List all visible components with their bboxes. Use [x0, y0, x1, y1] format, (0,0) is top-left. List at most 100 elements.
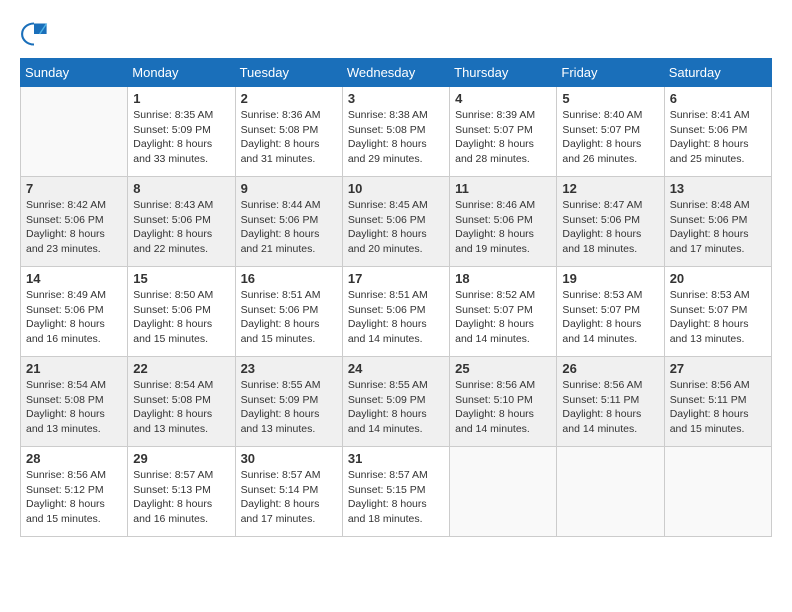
day-info: Sunrise: 8:47 AMSunset: 5:06 PMDaylight:… — [562, 198, 658, 257]
day-info: Sunrise: 8:53 AMSunset: 5:07 PMDaylight:… — [562, 288, 658, 347]
day-info: Sunrise: 8:51 AMSunset: 5:06 PMDaylight:… — [241, 288, 337, 347]
calendar-cell: 24Sunrise: 8:55 AMSunset: 5:09 PMDayligh… — [342, 357, 449, 447]
day-info: Sunrise: 8:52 AMSunset: 5:07 PMDaylight:… — [455, 288, 551, 347]
day-number: 4 — [455, 91, 551, 106]
calendar-cell: 23 Sunrise: 8:55 AMSunset: 5:09 PMDayligh… — [235, 357, 342, 447]
day-number: 25 — [455, 361, 551, 376]
day-number: 13 — [670, 181, 766, 196]
calendar-cell: 28 Sunrise: 8:56 AMSunset: 5:12 PMDayligh… — [21, 447, 128, 537]
day-info: Sunrise: 8:56 AMSunset: 5:11 PMDaylight:… — [670, 378, 766, 437]
day-info: Sunrise: 8:43 AMSunset: 5:06 PMDaylight:… — [133, 198, 229, 257]
calendar-cell: 19 Sunrise: 8:53 AMSunset: 5:07 PMDayligh… — [557, 267, 664, 357]
logo-icon — [20, 20, 48, 48]
day-number: 15 — [133, 271, 229, 286]
calendar-cell: 31 Sunrise: 8:57 AMSunset: 5:15 PMDayligh… — [342, 447, 449, 537]
calendar-cell: 4 Sunrise: 8:39 AMSunset: 5:07 PMDaylight… — [450, 87, 557, 177]
day-number: 30 — [241, 451, 337, 466]
day-info: Sunrise: 8:45 AMSunset: 5:06 PMDaylight:… — [348, 198, 444, 257]
day-number: 22 — [133, 361, 229, 376]
calendar-header-row: SundayMondayTuesdayWednesdayThursdayFrid… — [21, 59, 772, 87]
calendar-cell: 11 Sunrise: 8:46 AMSunset: 5:06 PMDayligh… — [450, 177, 557, 267]
calendar-cell — [664, 447, 771, 537]
calendar-cell: 14 Sunrise: 8:49 AMSunset: 5:06 PMDayligh… — [21, 267, 128, 357]
calendar-cell: 18Sunrise: 8:52 AMSunset: 5:07 PMDayligh… — [450, 267, 557, 357]
day-number: 19 — [562, 271, 658, 286]
calendar-cell — [21, 87, 128, 177]
day-number: 31 — [348, 451, 444, 466]
calendar-week-row: 7Sunrise: 8:42 AMSunset: 5:06 PMDaylight… — [21, 177, 772, 267]
column-header-tuesday: Tuesday — [235, 59, 342, 87]
day-number: 20 — [670, 271, 766, 286]
day-info: Sunrise: 8:35 AMSunset: 5:09 PMDaylight:… — [133, 108, 229, 167]
calendar-cell — [450, 447, 557, 537]
calendar-cell: 1 Sunrise: 8:35 AMSunset: 5:09 PMDaylight… — [128, 87, 235, 177]
calendar-cell — [557, 447, 664, 537]
day-info: Sunrise: 8:41 AMSunset: 5:06 PMDaylight:… — [670, 108, 766, 167]
calendar-table: SundayMondayTuesdayWednesdayThursdayFrid… — [20, 58, 772, 537]
column-header-monday: Monday — [128, 59, 235, 87]
day-number: 6 — [670, 91, 766, 106]
calendar-cell: 2 Sunrise: 8:36 AMSunset: 5:08 PMDaylight… — [235, 87, 342, 177]
day-info: Sunrise: 8:49 AMSunset: 5:06 PMDaylight:… — [26, 288, 122, 347]
calendar-cell: 26Sunrise: 8:56 AMSunset: 5:11 PMDayligh… — [557, 357, 664, 447]
logo — [20, 20, 52, 48]
day-number: 2 — [241, 91, 337, 106]
calendar-week-row: 14 Sunrise: 8:49 AMSunset: 5:06 PMDayligh… — [21, 267, 772, 357]
day-number: 29 — [133, 451, 229, 466]
calendar-week-row: 1 Sunrise: 8:35 AMSunset: 5:09 PMDaylight… — [21, 87, 772, 177]
day-info: Sunrise: 8:50 AMSunset: 5:06 PMDaylight:… — [133, 288, 229, 347]
day-number: 12 — [562, 181, 658, 196]
calendar-cell: 22Sunrise: 8:54 AMSunset: 5:08 PMDayligh… — [128, 357, 235, 447]
day-info: Sunrise: 8:46 AMSunset: 5:06 PMDaylight:… — [455, 198, 551, 257]
calendar-cell: 15 Sunrise: 8:50 AMSunset: 5:06 PMDayligh… — [128, 267, 235, 357]
day-number: 28 — [26, 451, 122, 466]
day-info: Sunrise: 8:56 AMSunset: 5:11 PMDaylight:… — [562, 378, 658, 437]
day-info: Sunrise: 8:48 AMSunset: 5:06 PMDaylight:… — [670, 198, 766, 257]
column-header-saturday: Saturday — [664, 59, 771, 87]
day-number: 21 — [26, 361, 122, 376]
calendar-cell: 10 Sunrise: 8:45 AMSunset: 5:06 PMDayligh… — [342, 177, 449, 267]
day-info: Sunrise: 8:53 AMSunset: 5:07 PMDaylight:… — [670, 288, 766, 347]
day-number: 5 — [562, 91, 658, 106]
day-number: 1 — [133, 91, 229, 106]
column-header-thursday: Thursday — [450, 59, 557, 87]
calendar-cell: 3Sunrise: 8:38 AMSunset: 5:08 PMDaylight… — [342, 87, 449, 177]
day-info: Sunrise: 8:57 AMSunset: 5:13 PMDaylight:… — [133, 468, 229, 527]
calendar-cell: 5 Sunrise: 8:40 AMSunset: 5:07 PMDaylight… — [557, 87, 664, 177]
calendar-cell: 30 Sunrise: 8:57 AMSunset: 5:14 PMDayligh… — [235, 447, 342, 537]
day-info: Sunrise: 8:51 AMSunset: 5:06 PMDaylight:… — [348, 288, 444, 347]
day-info: Sunrise: 8:38 AMSunset: 5:08 PMDaylight:… — [348, 108, 444, 167]
day-info: Sunrise: 8:57 AMSunset: 5:15 PMDaylight:… — [348, 468, 444, 527]
day-info: Sunrise: 8:36 AMSunset: 5:08 PMDaylight:… — [241, 108, 337, 167]
day-info: Sunrise: 8:39 AMSunset: 5:07 PMDaylight:… — [455, 108, 551, 167]
calendar-cell: 16Sunrise: 8:51 AMSunset: 5:06 PMDayligh… — [235, 267, 342, 357]
calendar-cell: 8 Sunrise: 8:43 AMSunset: 5:06 PMDaylight… — [128, 177, 235, 267]
day-number: 10 — [348, 181, 444, 196]
column-header-wednesday: Wednesday — [342, 59, 449, 87]
day-info: Sunrise: 8:40 AMSunset: 5:07 PMDaylight:… — [562, 108, 658, 167]
calendar-cell: 29 Sunrise: 8:57 AMSunset: 5:13 PMDayligh… — [128, 447, 235, 537]
day-info: Sunrise: 8:56 AMSunset: 5:10 PMDaylight:… — [455, 378, 551, 437]
day-number: 11 — [455, 181, 551, 196]
column-header-sunday: Sunday — [21, 59, 128, 87]
calendar-cell: 13 Sunrise: 8:48 AMSunset: 5:06 PMDayligh… — [664, 177, 771, 267]
day-number: 8 — [133, 181, 229, 196]
calendar-cell: 9Sunrise: 8:44 AMSunset: 5:06 PMDaylight… — [235, 177, 342, 267]
calendar-cell: 27Sunrise: 8:56 AMSunset: 5:11 PMDayligh… — [664, 357, 771, 447]
calendar-week-row: 21 Sunrise: 8:54 AMSunset: 5:08 PMDayligh… — [21, 357, 772, 447]
column-header-friday: Friday — [557, 59, 664, 87]
calendar-week-row: 28 Sunrise: 8:56 AMSunset: 5:12 PMDayligh… — [21, 447, 772, 537]
day-info: Sunrise: 8:42 AMSunset: 5:06 PMDaylight:… — [26, 198, 122, 257]
day-info: Sunrise: 8:57 AMSunset: 5:14 PMDaylight:… — [241, 468, 337, 527]
day-number: 9 — [241, 181, 337, 196]
day-info: Sunrise: 8:56 AMSunset: 5:12 PMDaylight:… — [26, 468, 122, 527]
day-number: 14 — [26, 271, 122, 286]
day-info: Sunrise: 8:55 AMSunset: 5:09 PMDaylight:… — [241, 378, 337, 437]
calendar-cell: 12 Sunrise: 8:47 AMSunset: 5:06 PMDayligh… — [557, 177, 664, 267]
page-header — [20, 20, 772, 48]
day-info: Sunrise: 8:54 AMSunset: 5:08 PMDaylight:… — [26, 378, 122, 437]
day-number: 23 — [241, 361, 337, 376]
day-number: 24 — [348, 361, 444, 376]
calendar-cell: 7Sunrise: 8:42 AMSunset: 5:06 PMDaylight… — [21, 177, 128, 267]
calendar-cell: 6 Sunrise: 8:41 AMSunset: 5:06 PMDaylight… — [664, 87, 771, 177]
